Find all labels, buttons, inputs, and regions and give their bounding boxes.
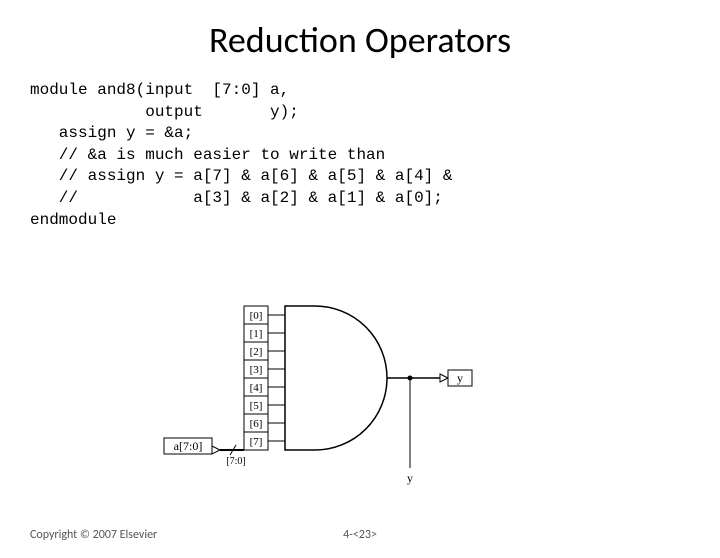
svg-text:[3]: [3] <box>250 364 263 376</box>
and-gate-icon <box>285 306 387 450</box>
wire-label: y <box>407 471 413 485</box>
svg-text:[1]: [1] <box>250 328 263 340</box>
svg-text:[4]: [4] <box>250 382 263 394</box>
code-line: endmodule <box>30 211 116 229</box>
bit-column: [0] [1] [2] [3] [4] [5] [6] [7] <box>244 306 268 450</box>
verilog-code: module and8(input [7:0] a, output y); as… <box>30 80 720 231</box>
svg-text:[0]: [0] <box>250 310 263 322</box>
reduction-and-diagram: a[7:0] [7:0] [0] [1] [2] [3] [4] [5] [6]… <box>160 302 490 487</box>
code-line: module and8(input [7:0] a, <box>30 81 289 99</box>
code-line: // assign y = a[7] & a[6] & a[5] & a[4] … <box>30 167 452 185</box>
bus-range: [7:0] <box>226 456 245 467</box>
page-title: Reduction Operators <box>0 18 720 62</box>
svg-text:[6]: [6] <box>250 418 263 430</box>
svg-text:[7]: [7] <box>250 436 263 448</box>
code-line: // a[3] & a[2] & a[1] & a[0]; <box>30 189 443 207</box>
svg-text:[2]: [2] <box>250 346 263 358</box>
code-line: // &a is much easier to write than <box>30 146 385 164</box>
svg-text:[5]: [5] <box>250 400 263 412</box>
code-line: output y); <box>30 103 299 121</box>
code-line: assign y = &a; <box>30 124 193 142</box>
bus-input-label: a[7:0] <box>174 439 203 453</box>
output-label: y <box>457 371 463 385</box>
